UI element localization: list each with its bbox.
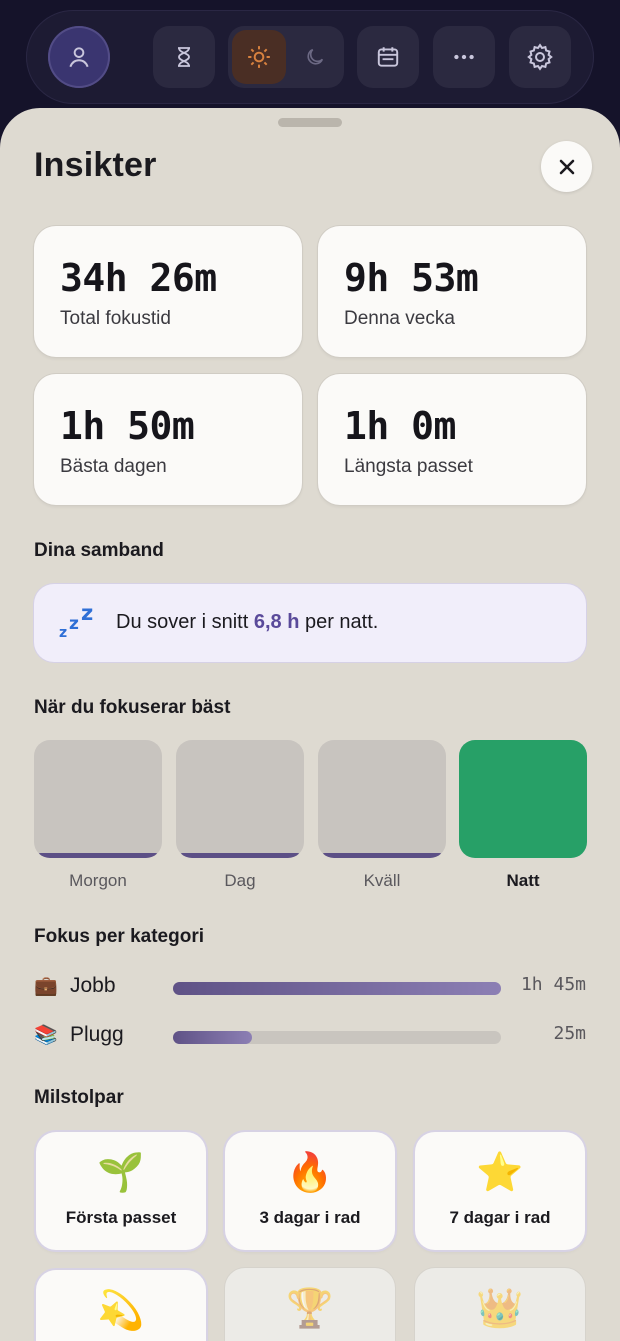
stat-card-week: 9h 53m Denna vecka bbox=[318, 226, 586, 357]
milestone-label: 7 dagar i rad bbox=[449, 1208, 551, 1227]
section-heading-milestones: Milstolpar bbox=[34, 1087, 124, 1108]
sun-icon bbox=[248, 46, 270, 68]
insights-sheet: Insikter 34h 26m Total fokustid 9h 53m D… bbox=[0, 108, 620, 1341]
time-slot-evening bbox=[318, 740, 446, 858]
more-icon bbox=[454, 54, 474, 60]
svg-text:z: z bbox=[59, 625, 67, 641]
stat-label: Längsta passet bbox=[344, 456, 473, 477]
top-toolbar bbox=[26, 10, 594, 104]
milestone-dizzy-star[interactable]: 💫 bbox=[36, 1270, 206, 1341]
fire-icon: 🔥 bbox=[286, 1152, 334, 1194]
sleep-icon: z z z bbox=[59, 602, 93, 641]
sleep-average-value: 6,8 h bbox=[253, 611, 300, 633]
sheet-grabber[interactable] bbox=[278, 118, 342, 127]
category-row-study[interactable]: 📚 Plugg 25m bbox=[34, 1021, 586, 1051]
svg-text:z: z bbox=[81, 602, 93, 625]
stat-label: Denna vecka bbox=[344, 308, 455, 329]
dizzy-star-icon: 💫 bbox=[97, 1290, 145, 1332]
section-heading-correlations: Dina samband bbox=[34, 540, 164, 561]
user-icon bbox=[69, 47, 89, 68]
milestone-label: Första passet bbox=[65, 1208, 177, 1227]
sleep-insight-text: Du sover i snitt 6,8 h per natt. bbox=[116, 611, 378, 634]
stat-card-best-day: 1h 50m Bästa dagen bbox=[34, 374, 302, 505]
milestone-first-session[interactable]: 🌱 Första passet bbox=[36, 1132, 206, 1250]
close-icon bbox=[559, 159, 574, 174]
time-slot-label: Morgon bbox=[69, 871, 127, 890]
category-name: Plugg bbox=[70, 1023, 124, 1046]
milestone-3-day-streak[interactable]: 🔥 3 dagar i rad bbox=[225, 1132, 395, 1250]
settings-button[interactable] bbox=[509, 26, 571, 88]
stat-value: 9h 53m bbox=[344, 256, 479, 300]
stat-card-longest: 1h 0m Längsta passet bbox=[318, 374, 586, 505]
section-heading-categories: Fokus per kategori bbox=[34, 926, 204, 947]
category-progress-fill bbox=[173, 982, 501, 995]
stat-card-total: 34h 26m Total fokustid bbox=[34, 226, 302, 357]
profile-button[interactable] bbox=[48, 26, 110, 88]
category-row-work[interactable]: 💼 Jobb 1h 45m bbox=[34, 972, 586, 1002]
stat-value: 1h 0m bbox=[344, 404, 456, 448]
calendar-icon bbox=[377, 47, 399, 67]
time-slot-label-active: Natt bbox=[506, 871, 540, 890]
time-slot-night bbox=[459, 740, 587, 858]
svg-text:z: z bbox=[69, 614, 79, 634]
hourglass-icon bbox=[178, 47, 190, 67]
briefcase-icon: 💼 bbox=[34, 976, 58, 997]
sleep-insight-card: z z z Du sover i snitt 6,8 h per natt. bbox=[34, 584, 586, 662]
slot-baseline bbox=[322, 853, 442, 858]
time-slot-morning bbox=[34, 740, 162, 858]
crown-icon: 👑 bbox=[476, 1288, 524, 1330]
slot-baseline bbox=[180, 853, 300, 858]
category-progress-track bbox=[173, 982, 501, 995]
light-mode-button[interactable] bbox=[232, 30, 286, 84]
time-slot-label: Kväll bbox=[363, 871, 401, 890]
trophy-icon: 🏆 bbox=[286, 1288, 334, 1330]
section-heading-best-time: När du fokuserar bäst bbox=[34, 697, 231, 718]
gear-icon bbox=[527, 43, 553, 71]
category-time: 25m bbox=[553, 1023, 586, 1044]
close-button[interactable] bbox=[541, 141, 592, 192]
stat-label: Total fokustid bbox=[60, 308, 171, 329]
theme-toggle[interactable] bbox=[228, 26, 344, 88]
timer-button[interactable] bbox=[153, 26, 215, 88]
stat-label: Bästa dagen bbox=[60, 456, 167, 477]
seedling-icon: 🌱 bbox=[97, 1152, 145, 1194]
insight-text-end: per natt. bbox=[299, 611, 379, 633]
category-time: 1h 45m bbox=[520, 974, 586, 995]
time-slot-day bbox=[176, 740, 304, 858]
moon-icon bbox=[307, 48, 324, 65]
category-progress-track bbox=[173, 1031, 501, 1044]
category-name: Jobb bbox=[70, 974, 116, 997]
milestone-7-day-streak[interactable]: ⭐ 7 dagar i rad bbox=[415, 1132, 585, 1250]
time-slot-label: Dag bbox=[224, 871, 256, 890]
page-title: Insikter bbox=[34, 146, 157, 184]
insight-text-start: Du sover i snitt bbox=[116, 611, 254, 633]
stat-value: 34h 26m bbox=[60, 256, 217, 300]
milestone-crown-locked[interactable]: 👑 bbox=[415, 1268, 585, 1341]
dark-mode-button[interactable] bbox=[288, 30, 342, 84]
category-progress-fill bbox=[173, 1031, 252, 1044]
more-button[interactable] bbox=[433, 26, 495, 88]
books-icon: 📚 bbox=[34, 1025, 58, 1046]
stat-value: 1h 50m bbox=[60, 404, 195, 448]
calendar-button[interactable] bbox=[357, 26, 419, 88]
milestone-label: 3 dagar i rad bbox=[259, 1208, 361, 1227]
milestone-trophy-locked[interactable]: 🏆 bbox=[225, 1268, 395, 1341]
star-icon: ⭐ bbox=[476, 1152, 524, 1194]
slot-baseline bbox=[38, 853, 158, 858]
